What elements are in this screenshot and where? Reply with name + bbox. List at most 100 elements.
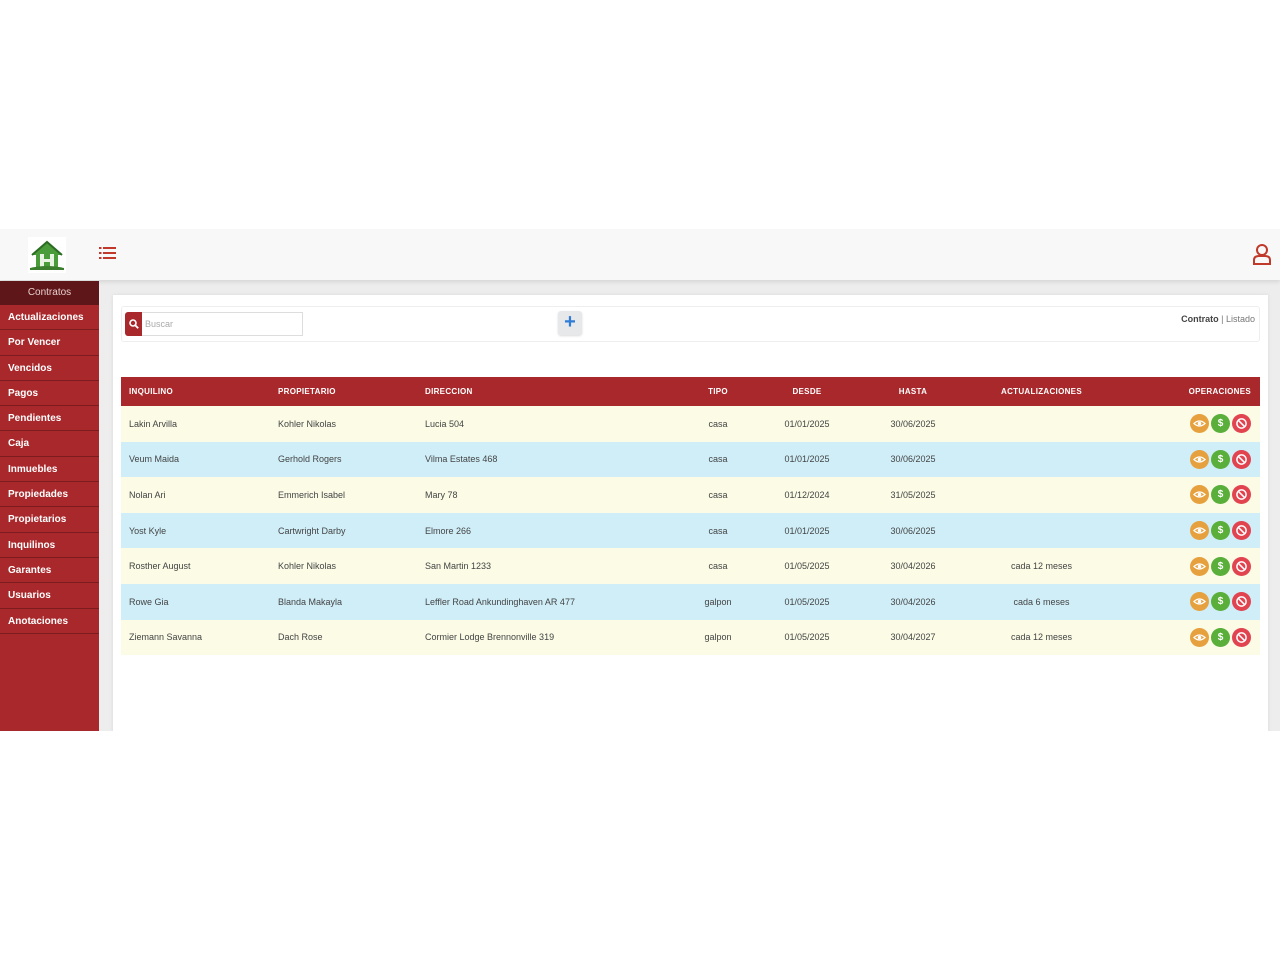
cell-actualizaciones	[964, 441, 1119, 478]
user-icon[interactable]	[1252, 243, 1272, 265]
cell-desde: 01/05/2025	[752, 619, 862, 656]
sidebar-item-inquilinos[interactable]: Inquilinos	[0, 533, 99, 558]
header-inquilino[interactable]: INQUILINO	[121, 377, 270, 406]
header-operaciones: OPERACIONES	[1119, 377, 1260, 406]
breadcrumb-link-listado[interactable]: Listado	[1226, 314, 1255, 324]
ban-icon	[1236, 454, 1247, 465]
sidebar-item-inmuebles[interactable]: Inmuebles	[0, 457, 99, 483]
header-propietario[interactable]: PROPIETARIO	[270, 377, 417, 406]
ban-icon	[1236, 596, 1247, 608]
eye-icon	[1193, 634, 1206, 641]
list-menu-icon[interactable]	[99, 245, 117, 261]
cell-operaciones: $	[1119, 619, 1260, 656]
header-hasta[interactable]: HASTA	[862, 377, 964, 406]
cell-operaciones: $	[1119, 406, 1260, 442]
cell-desde: 01/05/2025	[752, 548, 862, 584]
sidebar: Contratos Actualizaciones Por Vencer Ven…	[0, 281, 99, 731]
header-direccion[interactable]: DIRECCION	[417, 377, 684, 406]
breadcrumb: Contrato | Listado	[1181, 314, 1255, 324]
view-button[interactable]	[1190, 627, 1209, 647]
sidebar-item-propietarios[interactable]: Propietarios	[0, 507, 99, 533]
breadcrumb-current: Contrato	[1181, 314, 1219, 324]
cancel-button[interactable]	[1232, 521, 1251, 541]
table-row[interactable]: Rowe Gia Blanda Makayla Leffler Road Ank…	[121, 583, 1260, 620]
pay-button[interactable]: $	[1211, 485, 1230, 505]
cell-desde: 01/01/2025	[752, 406, 862, 442]
sidebar-item-garantes[interactable]: Garantes	[0, 558, 99, 584]
add-contract-button[interactable]: +	[558, 311, 582, 335]
header-actualizaciones[interactable]: ACTUALIZACIONES	[964, 377, 1119, 406]
view-button[interactable]	[1190, 521, 1209, 541]
cell-hasta: 30/06/2025	[862, 441, 964, 478]
cell-hasta: 30/04/2027	[862, 619, 964, 656]
cancel-button[interactable]	[1232, 414, 1251, 434]
table-row[interactable]: Veum Maida Gerhold Rogers Vilma Estates …	[121, 441, 1260, 478]
cell-tipo: casa	[684, 477, 752, 513]
ban-icon	[1236, 560, 1247, 572]
sidebar-item-anotaciones[interactable]: Anotaciones	[0, 609, 99, 634]
cell-inquilino: Nolan Ari	[121, 477, 270, 513]
cell-actualizaciones	[964, 477, 1119, 513]
cell-operaciones: $	[1119, 548, 1260, 584]
table-row[interactable]: Nolan Ari Emmerich Isabel Mary 78 casa 0…	[121, 477, 1260, 513]
table-body: Lakin Arvilla Kohler Nikolas Lucia 504 c…	[121, 406, 1260, 656]
search-input[interactable]	[142, 312, 303, 336]
sidebar-item-caja[interactable]: Caja	[0, 431, 99, 457]
view-button[interactable]	[1190, 592, 1209, 612]
cell-tipo: casa	[684, 406, 752, 442]
cell-desde: 01/01/2025	[752, 512, 862, 549]
view-button[interactable]	[1190, 485, 1209, 505]
search-icon	[128, 319, 139, 329]
sidebar-item-pendientes[interactable]: Pendientes	[0, 406, 99, 432]
cell-hasta: 30/06/2025	[862, 512, 964, 549]
cancel-button[interactable]	[1232, 627, 1251, 647]
toolbar: + Contrato | Listado	[121, 306, 1260, 342]
header-tipo[interactable]: TIPO	[684, 377, 752, 406]
sidebar-item-por-vencer[interactable]: Por Vencer	[0, 330, 99, 356]
cell-propietario: Gerhold Rogers	[270, 441, 417, 478]
cell-operaciones: $	[1119, 441, 1260, 478]
sidebar-header: Contratos	[0, 281, 99, 305]
pay-button[interactable]: $	[1211, 556, 1230, 576]
table-row[interactable]: Lakin Arvilla Kohler Nikolas Lucia 504 c…	[121, 406, 1260, 442]
cell-inquilino: Veum Maida	[121, 441, 270, 478]
pay-button[interactable]: $	[1211, 414, 1230, 434]
sidebar-item-actualizaciones[interactable]: Actualizaciones	[0, 305, 99, 331]
cell-propietario: Cartwright Darby	[270, 512, 417, 549]
table-row[interactable]: Rosther August Kohler Nikolas San Martin…	[121, 548, 1260, 584]
cell-direccion: Lucia 504	[417, 406, 684, 442]
sidebar-item-usuarios[interactable]: Usuarios	[0, 583, 99, 609]
cell-tipo: casa	[684, 512, 752, 549]
contracts-table-wrap: INQUILINO PROPIETARIO DIRECCION TIPO DES…	[121, 377, 1260, 656]
header-desde[interactable]: DESDE	[752, 377, 862, 406]
cancel-button[interactable]	[1232, 485, 1251, 505]
cell-propietario: Emmerich Isabel	[270, 477, 417, 513]
pay-button[interactable]: $	[1211, 449, 1230, 469]
table-row[interactable]: Yost Kyle Cartwright Darby Elmore 266 ca…	[121, 512, 1260, 549]
cell-propietario: Blanda Makayla	[270, 583, 417, 620]
cancel-button[interactable]	[1232, 556, 1251, 576]
cell-propietario: Kohler Nikolas	[270, 406, 417, 442]
cell-tipo: casa	[684, 548, 752, 584]
cell-direccion: Mary 78	[417, 477, 684, 513]
pay-button[interactable]: $	[1211, 627, 1230, 647]
sidebar-item-vencidos[interactable]: Vencidos	[0, 356, 99, 381]
view-button[interactable]	[1190, 556, 1209, 576]
pay-button[interactable]: $	[1211, 592, 1230, 612]
view-button[interactable]	[1190, 449, 1209, 469]
contracts-table: INQUILINO PROPIETARIO DIRECCION TIPO DES…	[121, 377, 1260, 656]
sidebar-item-pagos[interactable]: Pagos	[0, 381, 99, 407]
cancel-button[interactable]	[1232, 592, 1251, 612]
cell-desde: 01/12/2024	[752, 477, 862, 513]
cancel-button[interactable]	[1232, 449, 1251, 469]
house-logo-icon[interactable]	[28, 237, 66, 273]
view-button[interactable]	[1190, 414, 1209, 434]
table-row[interactable]: Ziemann Savanna Dach Rose Cormier Lodge …	[121, 619, 1260, 656]
sidebar-item-propiedades[interactable]: Propiedades	[0, 482, 99, 508]
cell-operaciones: $	[1119, 512, 1260, 549]
pay-button[interactable]: $	[1211, 521, 1230, 541]
cell-direccion: Cormier Lodge Brennonville 319	[417, 619, 684, 656]
cell-hasta: 31/05/2025	[862, 477, 964, 513]
eye-icon	[1193, 456, 1206, 463]
search-button[interactable]	[125, 312, 142, 336]
